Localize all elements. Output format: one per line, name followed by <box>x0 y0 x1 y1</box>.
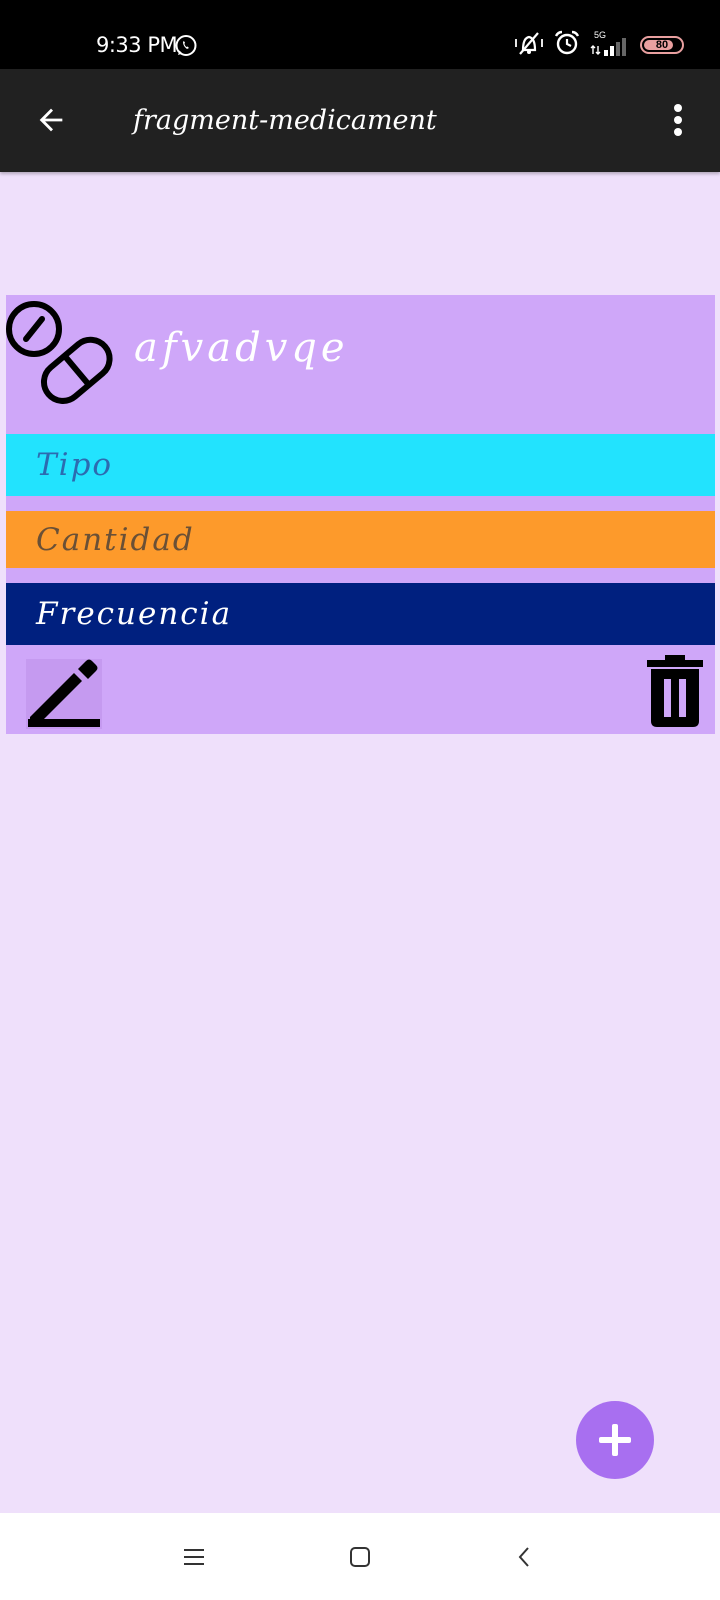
delete-button[interactable] <box>645 655 705 727</box>
home-square-icon <box>350 1547 370 1567</box>
tipo-row: Tipo <box>6 434 715 496</box>
app-bar: fragment-medicament <box>0 69 720 172</box>
home-button[interactable] <box>340 1539 380 1575</box>
medication-name: afvadvqe <box>134 325 349 371</box>
more-vert-icon <box>674 104 682 136</box>
medication-card[interactable]: afvadvqe Tipo Cantidad Frecuencia <box>6 295 715 734</box>
vibrate-off-icon <box>514 30 544 60</box>
battery-icon: 80 <box>640 36 684 54</box>
arrow-back-icon <box>39 108 63 132</box>
page-title: fragment-medicament <box>133 105 437 136</box>
navigation-bar <box>0 1513 720 1600</box>
trash-icon <box>647 655 703 727</box>
card-header: afvadvqe <box>6 295 715 434</box>
back-chevron-icon <box>518 1547 529 1567</box>
menu-icon <box>184 1549 204 1565</box>
system-back-button[interactable] <box>504 1539 544 1575</box>
whatsapp-icon <box>174 34 198 58</box>
battery-level: 80 <box>655 39 669 51</box>
status-icons: 5G 80 <box>514 30 684 60</box>
pill-icon <box>6 299 124 411</box>
back-button[interactable] <box>28 97 74 143</box>
cantidad-label: Cantidad <box>36 521 195 558</box>
card-actions <box>6 645 715 734</box>
status-bar: 9:33 PM 5G 80 <box>0 0 720 69</box>
plus-icon <box>599 1424 631 1456</box>
alarm-icon <box>554 30 580 60</box>
edit-button[interactable] <box>26 659 102 729</box>
frecuencia-label: Frecuencia <box>36 596 233 632</box>
edit-pencil-icon <box>28 659 100 727</box>
signal-icon: 5G <box>590 30 630 58</box>
status-time: 9:33 PM <box>96 33 178 57</box>
tipo-label: Tipo <box>36 447 114 483</box>
frecuencia-row: Frecuencia <box>6 583 715 645</box>
recent-apps-button[interactable] <box>174 1539 214 1575</box>
more-options-button[interactable] <box>666 97 690 143</box>
cantidad-row: Cantidad <box>6 511 715 568</box>
add-medication-button[interactable] <box>576 1401 654 1479</box>
